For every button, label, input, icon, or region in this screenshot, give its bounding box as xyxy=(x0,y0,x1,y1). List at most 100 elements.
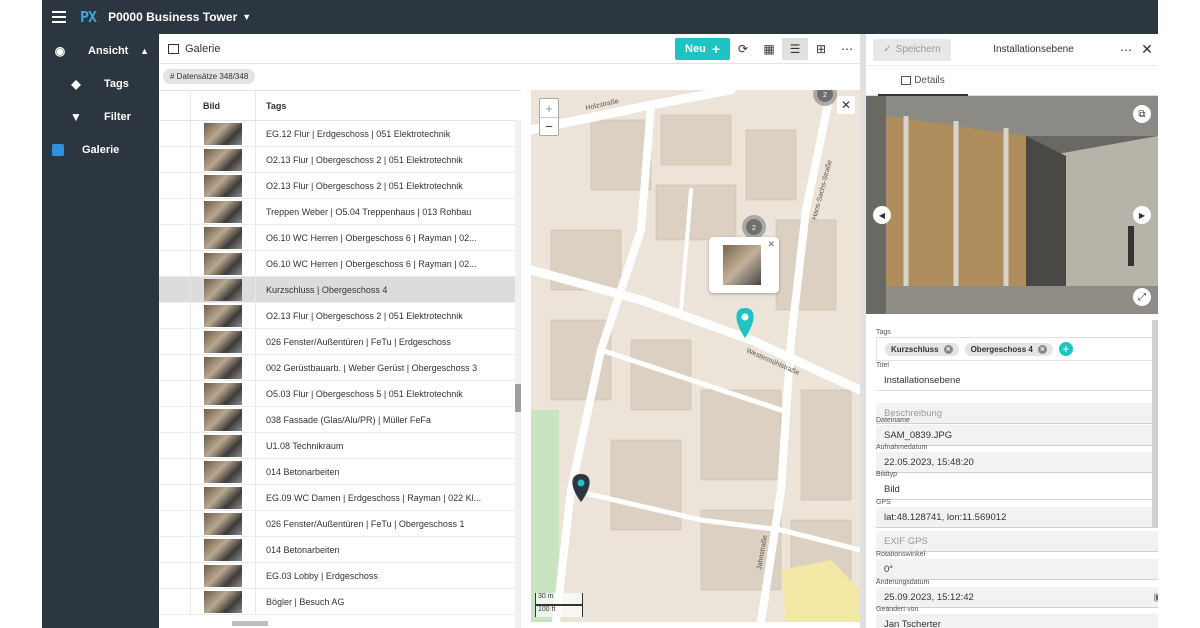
row-thumbnail-cell[interactable] xyxy=(191,563,256,588)
column-header-tags[interactable]: Tags xyxy=(256,101,286,111)
table-horizontal-scrollbar[interactable] xyxy=(232,621,268,626)
row-thumbnail-cell[interactable] xyxy=(191,589,256,614)
table-row[interactable]: O5.03 Flur | Obergeschoss 5 | 051 Elektr… xyxy=(159,381,521,407)
zoom-in-button[interactable]: + xyxy=(540,99,558,117)
row-thumbnail[interactable] xyxy=(204,564,242,587)
list-view-icon[interactable]: ☰ xyxy=(782,37,808,60)
row-select-cell[interactable] xyxy=(159,355,191,380)
row-thumbnail-cell[interactable] xyxy=(191,355,256,380)
project-selector[interactable]: P0000 Business Tower xyxy=(108,10,237,24)
row-thumbnail[interactable] xyxy=(204,486,242,509)
refresh-icon[interactable]: ⟳ xyxy=(730,38,756,60)
table-row[interactable]: Treppen Weber | O5.04 Treppenhaus | 013 … xyxy=(159,199,521,225)
row-thumbnail-cell[interactable] xyxy=(191,381,256,406)
fullscreen-icon[interactable]: ⧉ xyxy=(1133,105,1151,123)
row-thumbnail[interactable] xyxy=(204,148,242,171)
row-select-cell[interactable] xyxy=(159,329,191,354)
row-select-cell[interactable] xyxy=(159,485,191,510)
sidebar-item-tags[interactable]: ◆ Tags xyxy=(42,67,159,100)
remove-tag-icon[interactable]: ✕ xyxy=(943,344,953,354)
table-row[interactable]: Kurzschluss | Obergeschoss 4 xyxy=(159,277,521,303)
row-select-cell[interactable] xyxy=(159,199,191,224)
row-select-cell[interactable] xyxy=(159,225,191,250)
more-icon[interactable]: ⋯ xyxy=(1116,43,1136,57)
chevron-down-icon[interactable]: ▼ xyxy=(242,12,251,22)
photo-preview[interactable]: ◀ ▶ ⧉ ⤢ xyxy=(866,96,1158,314)
row-thumbnail[interactable] xyxy=(204,122,242,145)
more-icon[interactable]: ⋯ xyxy=(834,38,860,60)
image-type-select[interactable]: Bild▼ xyxy=(876,479,1158,500)
tab-details[interactable]: Details xyxy=(878,66,968,96)
row-thumbnail-cell[interactable] xyxy=(191,225,256,250)
row-thumbnail-cell[interactable] xyxy=(191,173,256,198)
previous-image-button[interactable]: ◀ xyxy=(873,206,891,224)
row-thumbnail[interactable] xyxy=(204,382,242,405)
map-popup[interactable]: ✕ xyxy=(709,237,779,293)
save-button[interactable]: ✓ Speichern xyxy=(873,38,951,61)
row-select-cell[interactable] xyxy=(159,121,191,146)
table-scrollbar-thumb[interactable] xyxy=(515,384,521,412)
row-thumbnail[interactable] xyxy=(204,330,242,353)
row-thumbnail[interactable] xyxy=(204,434,242,457)
row-thumbnail-cell[interactable] xyxy=(191,251,256,276)
row-thumbnail[interactable] xyxy=(204,174,242,197)
new-button[interactable]: Neu + xyxy=(675,37,730,60)
close-icon[interactable]: ✕ xyxy=(1136,41,1158,58)
row-thumbnail[interactable] xyxy=(204,538,242,561)
exif-gps-input[interactable]: EXIF GPS xyxy=(876,531,1158,552)
row-thumbnail[interactable] xyxy=(204,460,242,483)
rotation-value[interactable]: 0° xyxy=(876,559,1158,580)
row-select-cell[interactable] xyxy=(159,433,191,458)
detail-scrollbar[interactable] xyxy=(1152,320,1158,528)
row-select-cell[interactable] xyxy=(159,173,191,198)
row-thumbnail-cell[interactable] xyxy=(191,485,256,510)
calendar-icon[interactable]: ▣ xyxy=(1154,592,1158,603)
table-row[interactable]: 038 Fassade (Glas/Alu/PR) | Müller FeFa xyxy=(159,407,521,433)
map-view[interactable]: 2 2 Holzstraße Westermühlstraße Hans-Sac… xyxy=(531,90,860,622)
map-close-button[interactable]: ✕ xyxy=(837,96,855,114)
column-header-image[interactable]: Bild xyxy=(191,91,256,120)
popup-thumbnail[interactable] xyxy=(723,245,761,285)
sidebar-item-gallery[interactable]: Galerie xyxy=(42,133,159,166)
row-thumbnail[interactable] xyxy=(204,252,242,275)
table-row[interactable]: O2.13 Flur | Obergeschoss 2 | 051 Elektr… xyxy=(159,147,521,173)
row-select-cell[interactable] xyxy=(159,303,191,328)
row-thumbnail[interactable] xyxy=(204,356,242,379)
remove-tag-icon[interactable]: ✕ xyxy=(1037,344,1047,354)
row-select-cell[interactable] xyxy=(159,277,191,302)
table-row[interactable]: 026 Fenster/Außentüren | FeTu | Obergesc… xyxy=(159,511,521,537)
table-row[interactable]: U1.08 Technikraum xyxy=(159,433,521,459)
table-row[interactable]: 002 Gerüstbauarb. | Weber Gerüst | Oberg… xyxy=(159,355,521,381)
table-row[interactable]: 026 Fenster/Außentüren | FeTu | Erdgesch… xyxy=(159,329,521,355)
chevron-up-icon[interactable]: ▲ xyxy=(140,46,149,56)
table-scrollbar[interactable] xyxy=(515,120,521,628)
row-thumbnail[interactable] xyxy=(204,408,242,431)
map-canvas[interactable]: 2 2 Holzstraße Westermühlstraße Hans-Sac… xyxy=(531,90,860,622)
row-thumbnail-cell[interactable] xyxy=(191,329,256,354)
zoom-out-button[interactable]: − xyxy=(540,117,558,135)
row-thumbnail-cell[interactable] xyxy=(191,433,256,458)
tag-chip[interactable]: Kurzschluss ✕ xyxy=(885,342,959,356)
popup-close-icon[interactable]: ✕ xyxy=(767,239,775,250)
map-view-icon[interactable]: ⊞ xyxy=(808,38,834,60)
row-select-cell[interactable] xyxy=(159,407,191,432)
row-thumbnail-cell[interactable] xyxy=(191,147,256,172)
tag-chip[interactable]: Obergeschoss 4 ✕ xyxy=(964,342,1053,356)
row-select-cell[interactable] xyxy=(159,511,191,536)
tags-input[interactable]: Kurzschluss ✕ Obergeschoss 4 ✕ + ✕ xyxy=(876,337,1158,361)
row-select-cell[interactable] xyxy=(159,381,191,406)
title-input[interactable]: Installationsebene✕ xyxy=(876,370,1158,391)
grid-view-icon[interactable]: ▦ xyxy=(756,38,782,60)
row-thumbnail[interactable] xyxy=(204,278,242,301)
row-thumbnail-cell[interactable] xyxy=(191,459,256,484)
sidebar-item-filter[interactable]: ▼ Filter xyxy=(42,100,159,133)
table-row[interactable]: O6.10 WC Herren | Obergeschoss 6 | Rayma… xyxy=(159,225,521,251)
map-cluster-marker[interactable]: 2 xyxy=(742,215,766,239)
row-thumbnail-cell[interactable] xyxy=(191,121,256,146)
row-select-cell[interactable] xyxy=(159,459,191,484)
menu-icon[interactable] xyxy=(52,11,66,23)
row-thumbnail-cell[interactable] xyxy=(191,511,256,536)
table-row[interactable]: 014 Betonarbeiten xyxy=(159,537,521,563)
next-image-button[interactable]: ▶ xyxy=(1133,206,1151,224)
add-tag-button[interactable]: + xyxy=(1058,342,1073,356)
